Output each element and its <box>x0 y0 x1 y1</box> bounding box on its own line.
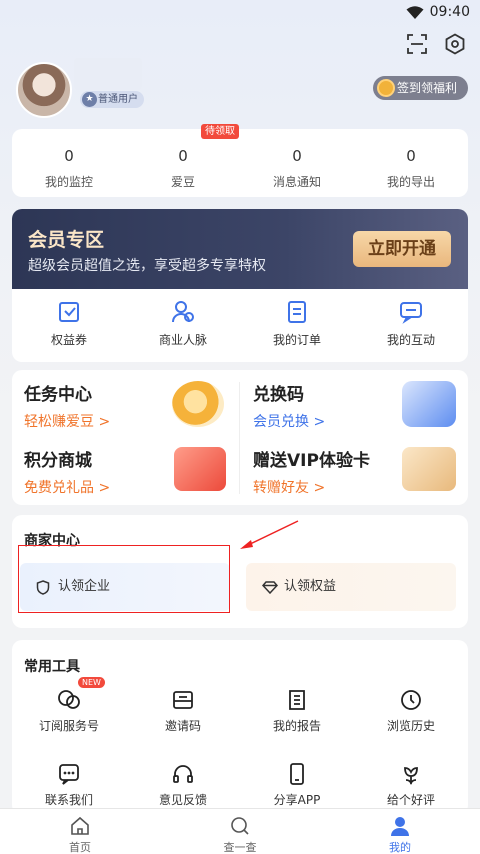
task-subtitle: 转赠好友 > <box>253 480 326 496</box>
stat-label: 爱豆 <box>170 175 195 189</box>
tab-bar: 首页 查一查 我的 <box>0 808 480 854</box>
network-icon <box>172 301 194 323</box>
vip-card-icon <box>402 447 456 491</box>
tool-share[interactable]: 分享APP <box>240 762 354 808</box>
points-mall[interactable]: 积分商城 免费兑礼品 > <box>24 446 110 497</box>
vip-item-coupon[interactable]: 权益券 <box>12 299 126 348</box>
tool-label: 我的报告 <box>272 719 321 733</box>
stat-label: 我的监控 <box>44 175 93 189</box>
stats-card: 0 我的监控 0 爱豆 0 消息通知 0 我的导出 <box>12 129 468 197</box>
coupon-icon <box>59 302 79 322</box>
report-icon <box>289 690 305 710</box>
headset-icon <box>173 765 193 783</box>
tab-label: 我的 <box>389 841 411 854</box>
task-title: 任务中心 <box>24 385 92 405</box>
task-center[interactable]: 任务中心 轻松赚爱豆 > <box>24 380 110 431</box>
divider <box>239 382 240 494</box>
vip-item-network[interactable]: 商业人脉 <box>126 299 240 348</box>
order-icon <box>288 301 306 323</box>
new-tag: NEW <box>78 677 105 688</box>
chat-icon <box>400 302 422 324</box>
tool-feedback[interactable]: 意见反馈 <box>126 762 240 808</box>
coin-icon <box>377 79 395 97</box>
tab-label: 查一查 <box>223 841 257 854</box>
tool-report[interactable]: 我的报告 <box>240 688 354 734</box>
red-packet-icon <box>174 447 226 491</box>
vip-card: 会员专区 超级会员超值之选，享受超多专享特权 立即开通 权益券 商业人脉 我的订… <box>12 209 468 362</box>
vip-title: 会员专区 <box>28 229 105 251</box>
tool-label: 订阅服务号 <box>38 719 99 733</box>
stat-label: 消息通知 <box>272 175 321 189</box>
subscribe-icon <box>58 690 80 709</box>
task-title: 积分商城 <box>24 451 92 471</box>
tool-label: 邀请码 <box>164 719 201 733</box>
stat-value: 0 <box>406 147 416 165</box>
ticket-icon <box>402 381 456 427</box>
vip-item-label: 我的互动 <box>386 333 435 347</box>
vip-item-order[interactable]: 我的订单 <box>240 299 354 348</box>
vip-item-label: 商业人脉 <box>158 333 207 347</box>
claim-rights-button[interactable]: 认领权益 <box>246 563 456 611</box>
claim-rights-label: 认领权益 <box>284 579 337 594</box>
username-placeholder[interactable] <box>74 58 142 90</box>
tool-label: 意见反馈 <box>158 793 207 807</box>
tab-home[interactable]: 首页 <box>0 815 160 854</box>
tab-search[interactable]: 查一查 <box>160 815 320 854</box>
diamond-icon <box>262 581 278 594</box>
tool-history[interactable]: 浏览历史 <box>354 688 468 734</box>
settings-icon[interactable] <box>444 33 466 55</box>
pending-tag: 待领取 <box>201 124 239 139</box>
stat-messages[interactable]: 0 消息通知 <box>240 129 354 190</box>
vip-subtitle: 超级会员超值之选，享受超多专享特权 <box>28 258 266 274</box>
tool-label: 联系我们 <box>44 793 93 807</box>
phone-icon <box>290 763 304 785</box>
stat-label: 我的导出 <box>386 175 435 189</box>
stat-value: 0 <box>64 147 74 165</box>
wifi-icon <box>406 6 424 19</box>
invite-icon <box>173 691 193 709</box>
tool-label: 分享APP <box>273 793 321 807</box>
avatar[interactable] <box>16 62 72 118</box>
status-time: 09:40 <box>429 4 470 20</box>
scan-icon[interactable] <box>406 33 428 55</box>
highlight-box <box>18 545 230 613</box>
task-subtitle: 免费兑礼品 > <box>24 480 111 496</box>
member-star-icon: ★ <box>82 92 97 107</box>
history-icon <box>401 690 421 710</box>
stat-value: 0 <box>178 147 188 165</box>
stat-exports[interactable]: 0 我的导出 <box>354 129 468 190</box>
user-icon <box>391 817 409 836</box>
task-title: 赠送VIP体验卡 <box>253 451 370 471</box>
task-title: 兑换码 <box>253 385 304 405</box>
annotation-arrow <box>240 520 299 549</box>
stat-monitor[interactable]: 0 我的监控 <box>12 129 126 190</box>
tool-contact[interactable]: 联系我们 <box>12 762 126 808</box>
gift-vip-card[interactable]: 赠送VIP体验卡 转赠好友 > <box>253 446 370 497</box>
home-icon <box>71 816 89 835</box>
tool-label: 浏览历史 <box>386 719 435 733</box>
task-subtitle: 会员兑换 > <box>253 414 326 430</box>
vip-item-label: 我的订单 <box>272 333 321 347</box>
tab-mine[interactable]: 我的 <box>320 815 480 854</box>
tools-title: 常用工具 <box>24 659 80 675</box>
tool-label: 给个好评 <box>386 793 435 807</box>
contact-icon <box>59 764 79 785</box>
tool-rate[interactable]: 给个好评 <box>354 762 468 808</box>
stat-value: 0 <box>292 147 302 165</box>
tool-subscribe[interactable]: 订阅服务号 <box>12 688 126 734</box>
vip-item-label: 权益券 <box>50 333 87 347</box>
coin-stack-icon <box>172 381 224 427</box>
tool-invite[interactable]: 邀请码 <box>126 688 240 734</box>
vip-item-interact[interactable]: 我的互动 <box>354 299 468 348</box>
search-icon <box>231 817 249 835</box>
task-subtitle: 轻松赚爱豆 > <box>24 414 111 430</box>
tab-label: 首页 <box>69 841 91 854</box>
flower-icon <box>404 767 418 786</box>
vip-open-button[interactable]: 立即开通 <box>353 231 451 267</box>
redeem-code[interactable]: 兑换码 会员兑换 > <box>253 380 325 431</box>
